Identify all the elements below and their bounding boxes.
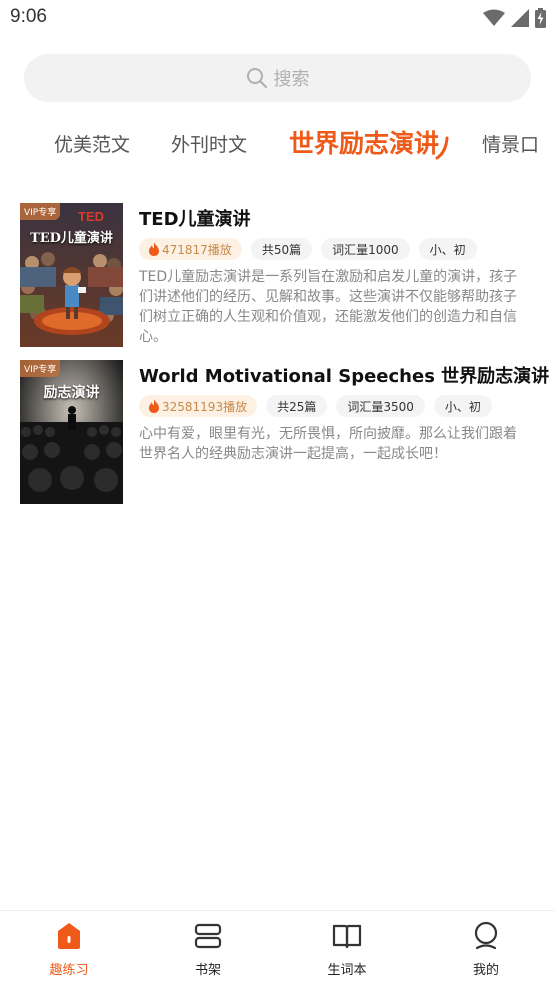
nav-label: 我的 (472, 963, 499, 978)
cover-illustration-ted-kids: TED (20, 203, 123, 347)
bookshelf-icon (194, 923, 222, 949)
book-title: World Motivational Speeches 世界励志演讲 (139, 366, 550, 387)
book-title: TED儿童演讲 (139, 209, 251, 230)
article-count: 共25篇 (266, 395, 328, 417)
cover-title: 励志演讲 (43, 385, 100, 401)
status-time: 9:06 (10, 6, 47, 27)
nav-label: 趣练习 (49, 963, 89, 978)
bottom-navigation: 趣练习 书架 生词本 我的 (0, 910, 554, 984)
play-count: 471817播放 (162, 242, 232, 257)
battery-charging-icon (535, 8, 546, 28)
book-item[interactable]: TED VIP专享 TED儿童演讲 TED儿童演讲 471817播放 共50篇 … (20, 203, 535, 347)
tab-essays[interactable]: 优美范文 (54, 130, 130, 157)
fire-icon (149, 399, 159, 413)
vip-badge: VIP专享 (20, 203, 61, 220)
tab-foreign-articles[interactable]: 外刊时文 (171, 130, 247, 157)
vocab-count: 词汇量1000 (321, 238, 410, 260)
status-bar: 9:06 (0, 0, 554, 38)
book-description: TED儿童励志演讲是一系列旨在激励和启发儿童的演讲，孩子们讲述他们的经历、见解和… (139, 269, 518, 345)
play-count-badge: 32581193播放 (139, 395, 258, 417)
svg-text:TED: TED (78, 209, 104, 224)
nav-bookshelf[interactable]: 书架 (168, 921, 248, 978)
fire-icon (149, 242, 159, 256)
nav-practice[interactable]: 趣练习 (29, 921, 109, 978)
open-book-icon (332, 924, 362, 949)
practice-icon (58, 923, 80, 949)
book-cover[interactable]: TED VIP专享 TED儿童演讲 (20, 203, 123, 347)
level-tag: 小、初 (433, 395, 492, 417)
search-placeholder: 搜索 (273, 69, 310, 90)
vip-badge: VIP专享 (20, 360, 61, 377)
search-icon (246, 68, 267, 88)
book-item[interactable]: VIP专享 励志演讲 World Motivational Speeches 世… (20, 360, 549, 504)
category-tabs: 优美范文 外刊时文 世界励志演讲 情景口 (0, 118, 554, 168)
nav-label: 生词本 (327, 963, 367, 978)
vocab-count: 词汇量3500 (336, 395, 425, 417)
level-tag: 小、初 (418, 238, 477, 260)
cover-title: TED儿童演讲 (30, 231, 113, 246)
nav-profile[interactable]: 我的 (446, 921, 526, 978)
active-tab-indicator (435, 136, 449, 160)
tab-scenario[interactable]: 情景口 (482, 130, 539, 157)
tab-motivational-speeches[interactable]: 世界励志演讲 (289, 124, 439, 160)
book-tags: 32581193播放 共25篇 词汇量3500 小、初 (139, 395, 492, 417)
search-input[interactable]: 搜索 (24, 54, 531, 102)
play-count: 32581193播放 (162, 399, 248, 414)
nav-vocabulary[interactable]: 生词本 (307, 921, 387, 978)
book-description: 心中有爱，眼里有光，无所畏惧，所向披靡。那么让我们跟着世界名人的经典励志演讲一起… (139, 426, 517, 462)
book-tags: 471817播放 共50篇 词汇量1000 小、初 (139, 238, 477, 260)
article-count: 共50篇 (250, 238, 313, 260)
play-count-badge: 471817播放 (139, 238, 242, 260)
cell-signal-icon (511, 9, 529, 27)
status-icons (483, 8, 546, 28)
wifi-icon (483, 9, 505, 26)
book-cover[interactable]: VIP专享 励志演讲 (20, 360, 123, 504)
profile-icon (474, 921, 498, 950)
nav-label: 书架 (194, 963, 221, 978)
